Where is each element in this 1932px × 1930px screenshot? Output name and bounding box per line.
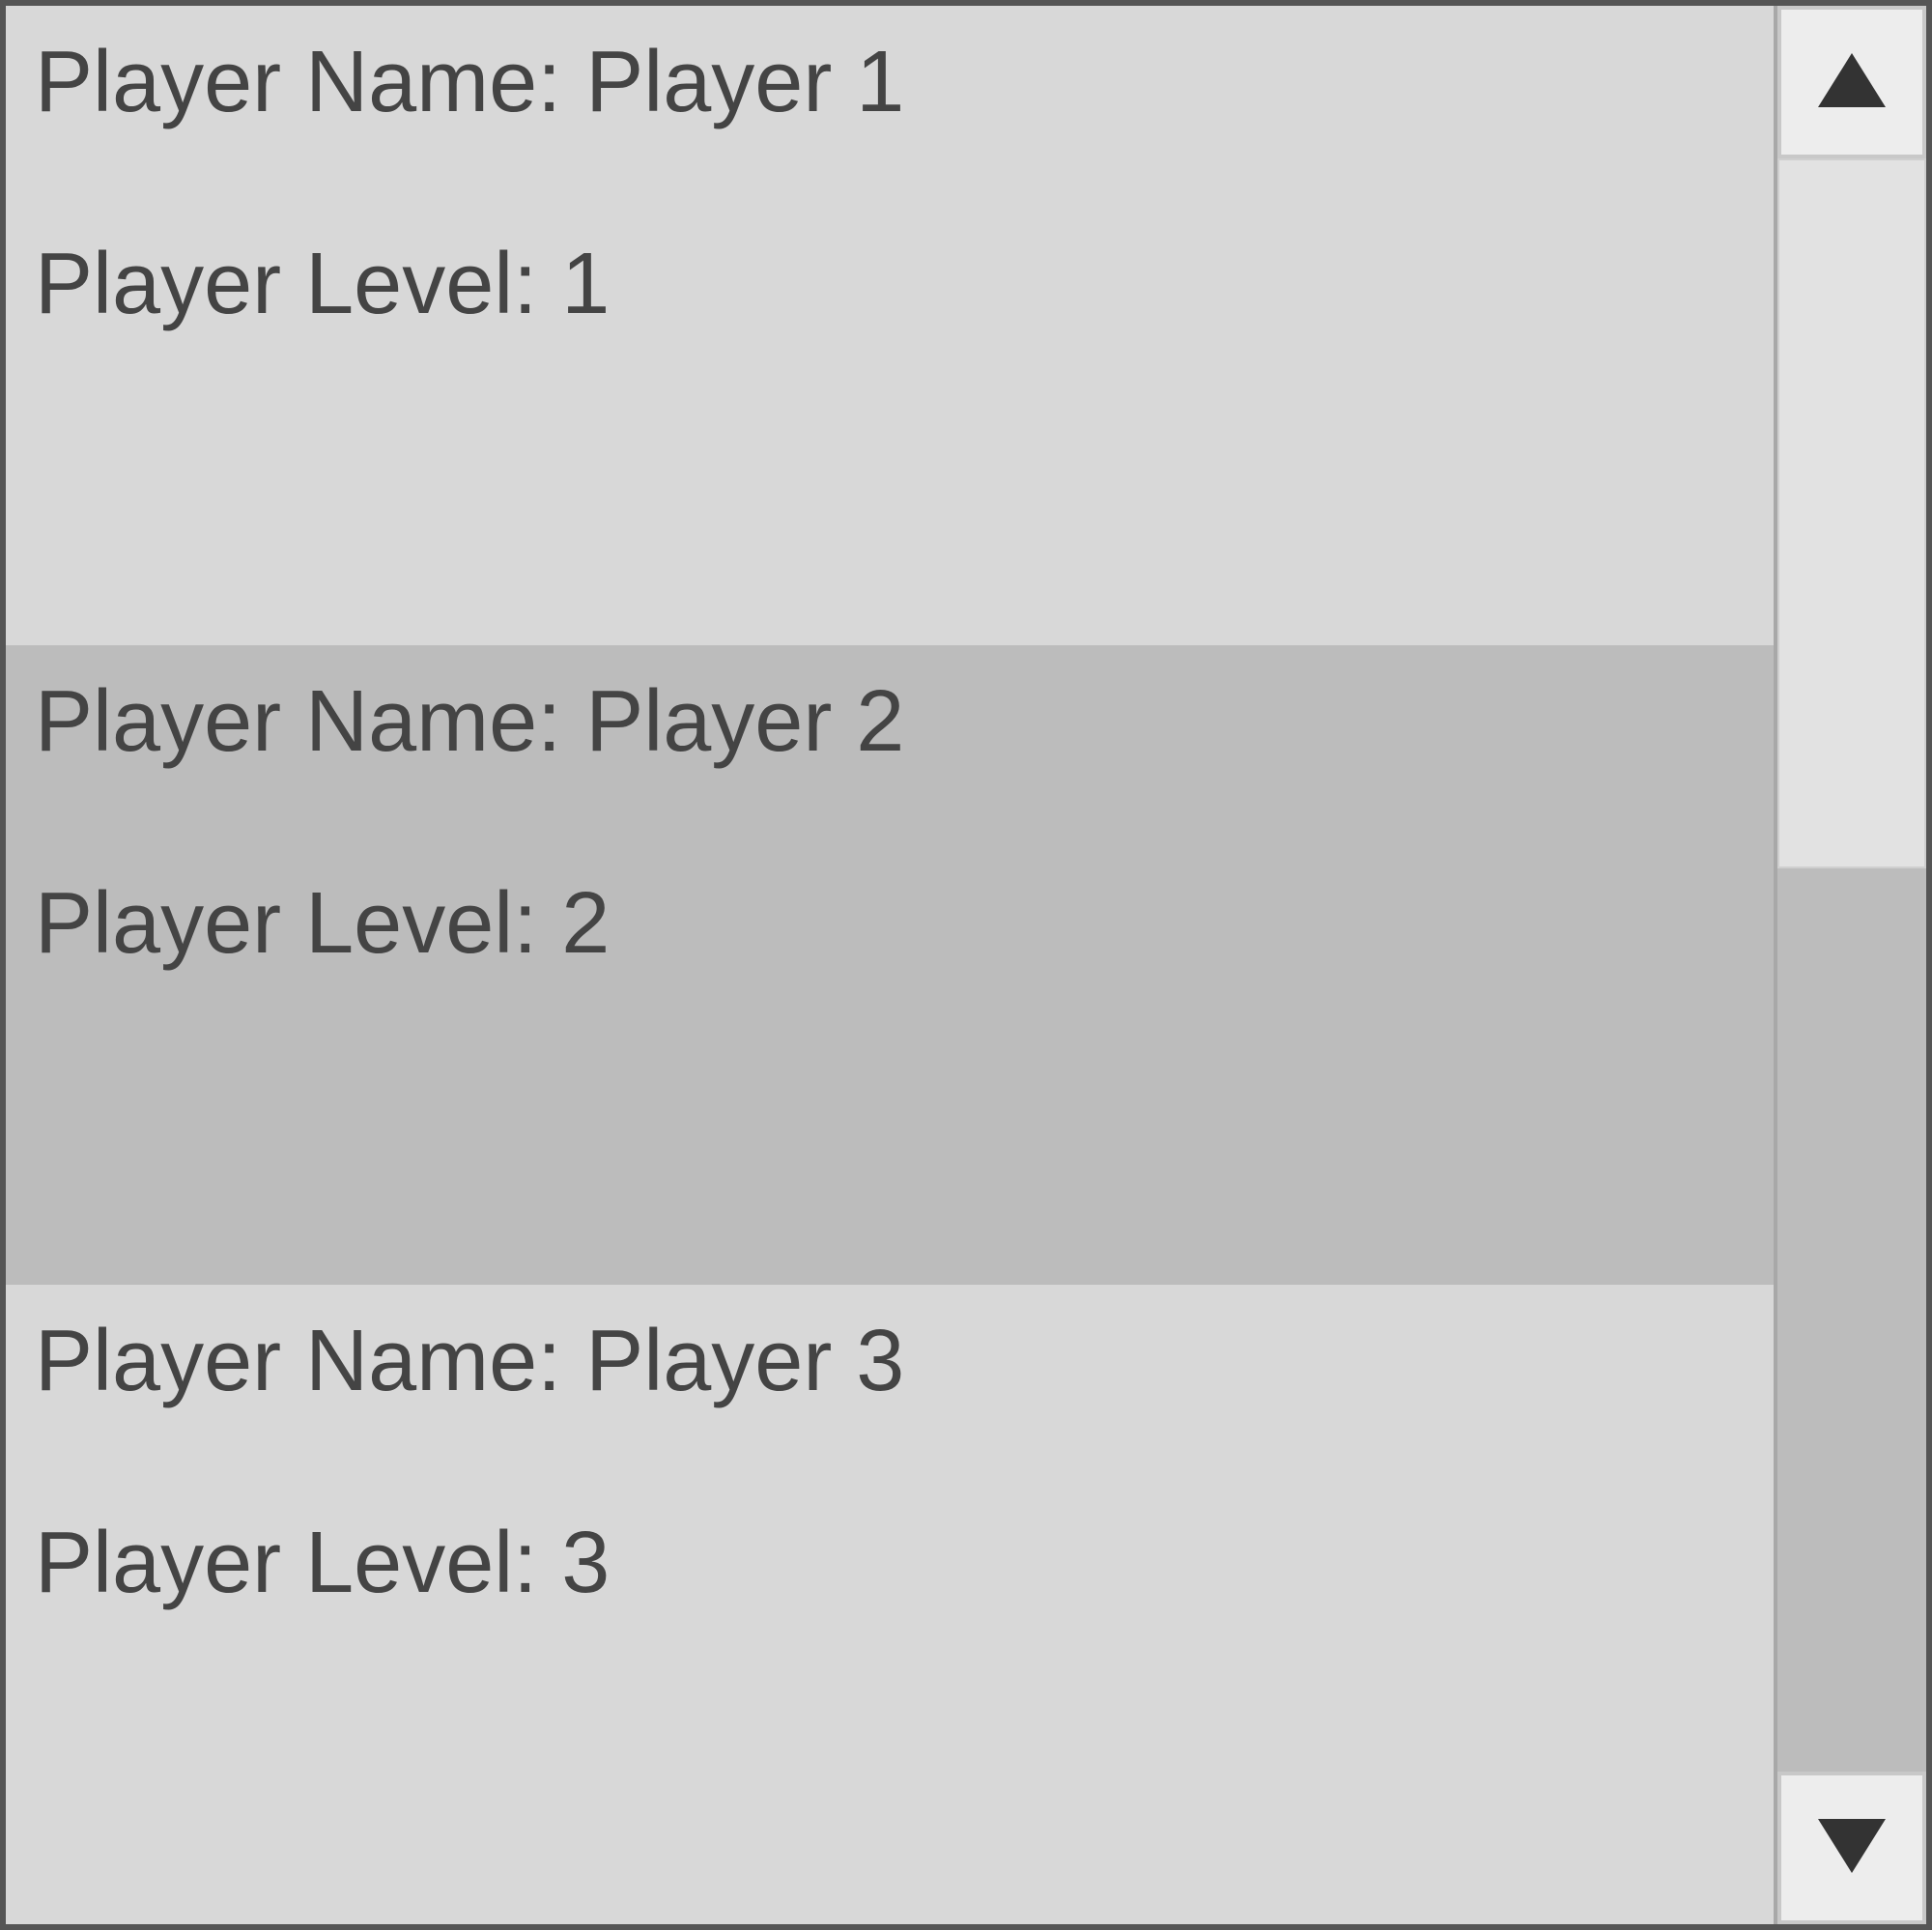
scroll-down-button[interactable] <box>1777 1772 1926 1924</box>
player-level-label: Player Level: 1 <box>35 237 1745 332</box>
player-name-label: Player Name: Player 1 <box>35 35 1745 130</box>
list-item[interactable]: Player Name: Player 3 Player Level: 3 <box>6 1285 1774 1924</box>
list-item[interactable]: Player Name: Player 2 Player Level: 2 <box>6 645 1774 1285</box>
player-list-window: Player Name: Player 1 Player Level: 1 Pl… <box>0 0 1932 1930</box>
list-item[interactable]: Player Name: Player 1 Player Level: 1 <box>6 6 1774 645</box>
player-level-label: Player Level: 3 <box>35 1516 1745 1611</box>
player-level-label: Player Level: 2 <box>35 876 1745 972</box>
scroll-thumb[interactable] <box>1777 158 1926 868</box>
triangle-up-icon <box>1818 51 1886 114</box>
scrollbar <box>1774 6 1926 1924</box>
player-list: Player Name: Player 1 Player Level: 1 Pl… <box>6 6 1774 1924</box>
scroll-up-button[interactable] <box>1777 6 1926 158</box>
player-name-label: Player Name: Player 2 <box>35 674 1745 770</box>
scroll-track[interactable] <box>1777 158 1926 1772</box>
triangle-down-icon <box>1818 1817 1886 1880</box>
player-name-label: Player Name: Player 3 <box>35 1314 1745 1409</box>
